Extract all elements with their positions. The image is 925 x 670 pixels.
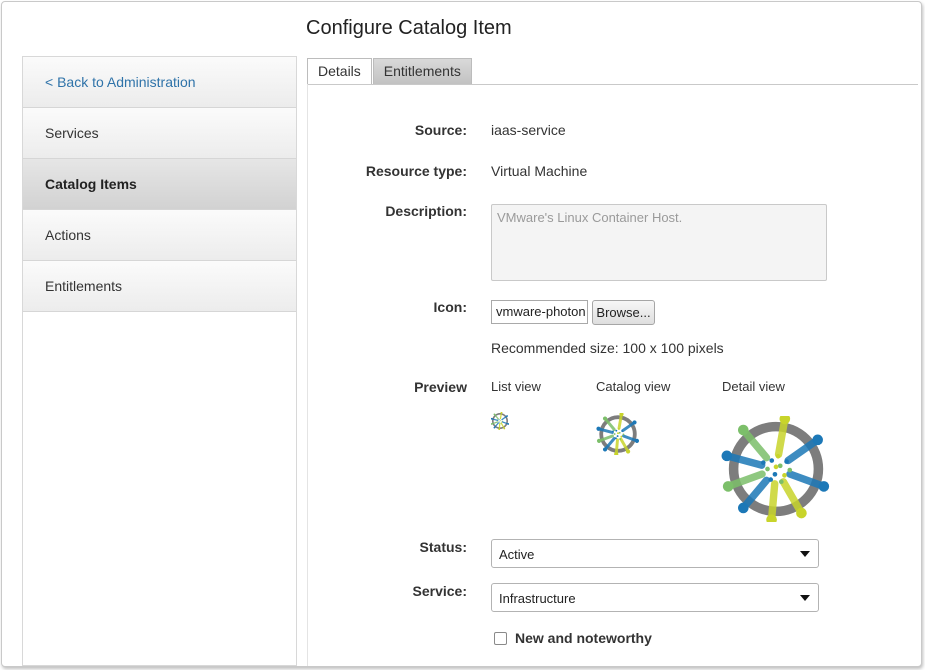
- logo-ray-tip: [602, 416, 608, 421]
- logo-ray-tip: [737, 424, 749, 436]
- logo-dot: [501, 420, 503, 422]
- logo-dot: [621, 430, 624, 432]
- tab-entitlements[interactable]: Entitlements: [372, 58, 472, 84]
- status-selected-value: Active: [499, 547, 535, 562]
- logo-dot: [499, 420, 501, 422]
- logo-dot: [768, 477, 774, 482]
- logo-dot: [499, 421, 501, 423]
- logo-dot: [613, 433, 616, 435]
- logo-dot: [501, 421, 502, 423]
- description-label: Description:: [385, 203, 467, 219]
- new-and-noteworthy-checkbox[interactable]: [494, 632, 507, 645]
- chevron-down-icon: [800, 595, 810, 601]
- new-and-noteworthy-label: New and noteworthy: [515, 630, 652, 646]
- catalog-view-label: Catalog view: [596, 379, 671, 394]
- logo-dot: [615, 429, 618, 432]
- detail-view-label: Detail view: [722, 379, 785, 394]
- logo-dot: [782, 473, 787, 478]
- source-label: Source:: [414, 122, 467, 138]
- logo-ray-tip: [634, 438, 640, 443]
- icon-size-hint: Recommended size: 100 x 100 pixels: [491, 340, 724, 356]
- logo-dot: [760, 460, 766, 465]
- list-view-label: List view: [491, 379, 541, 394]
- logo-dot: [612, 430, 614, 433]
- photon-logo-icon-medium: [596, 413, 640, 455]
- service-select[interactable]: Infrastructure: [491, 583, 819, 612]
- logo-ray-tip: [625, 449, 631, 454]
- logo-dot: [620, 435, 623, 438]
- logo-ray: [614, 438, 619, 455]
- sidebar-item-back-to-administration[interactable]: < Back to Administration: [23, 57, 296, 108]
- tab-details[interactable]: Details: [307, 58, 372, 85]
- logo-ray-tip: [493, 413, 496, 416]
- logo-ray-tip: [818, 481, 830, 492]
- status-label: Status:: [419, 539, 467, 555]
- logo-ray-tip: [491, 423, 493, 425]
- logo-dot: [775, 453, 781, 459]
- tab-bar: Details Entitlements: [307, 58, 473, 85]
- logo-dot: [617, 428, 620, 430]
- sidebar-item-entitlements[interactable]: Entitlements: [23, 261, 296, 312]
- logo-dot: [498, 419, 500, 420]
- logo-ray-tip: [493, 426, 496, 429]
- logo-dot: [765, 466, 770, 472]
- logo-dot: [769, 458, 775, 463]
- resource-type-value: Virtual Machine: [491, 163, 588, 179]
- logo-dot: [787, 467, 793, 473]
- logo-ray-tip: [737, 502, 749, 514]
- logo-ray: [767, 480, 779, 522]
- logo-dot: [619, 438, 622, 440]
- logo-dot: [778, 479, 784, 485]
- logo-dot: [784, 459, 789, 464]
- sidebar-item-actions[interactable]: Actions: [23, 210, 296, 261]
- chevron-down-icon: [800, 551, 810, 557]
- icon-file-input[interactable]: vmware-photon: [491, 300, 588, 324]
- logo-dot: [498, 422, 500, 424]
- logo-dot: [614, 437, 617, 440]
- source-value: iaas-service: [491, 122, 566, 138]
- logo-dot: [498, 420, 499, 422]
- logo-ray-tip: [812, 434, 823, 446]
- logo-dot: [497, 419, 499, 421]
- logo-dot: [501, 419, 503, 421]
- logo-ray-tip: [722, 481, 734, 492]
- logo-ray-tip: [721, 450, 733, 462]
- logo-ray: [498, 422, 501, 430]
- logo-dot: [777, 463, 783, 469]
- logo-ray-tip: [796, 507, 807, 519]
- logo-ray-tip: [507, 423, 509, 425]
- logo-ray-tip: [596, 426, 601, 431]
- logo-dot: [618, 431, 621, 434]
- sidebar-item-catalog-items[interactable]: Catalog Items: [23, 159, 296, 210]
- logo-dot: [617, 432, 619, 435]
- logo-dot: [773, 464, 779, 470]
- description-field[interactable]: VMware's Linux Container Host.: [491, 204, 827, 281]
- preview-label: Preview: [414, 379, 467, 395]
- browse-button[interactable]: Browse...: [592, 300, 655, 325]
- photon-logo-icon-large: [721, 416, 830, 522]
- logo-dot: [499, 418, 501, 420]
- logo-ray-tip: [506, 415, 508, 417]
- icon-label: Icon:: [433, 299, 467, 315]
- logo-ray-tip: [503, 427, 506, 430]
- logo-ray-tip: [632, 420, 637, 425]
- logo-ray-tip: [602, 447, 608, 452]
- sidebar-item-services[interactable]: Services: [23, 108, 296, 159]
- service-label: Service:: [412, 583, 467, 599]
- logo-ray-tip: [596, 438, 602, 443]
- sidebar: < Back to Administration Services Catalo…: [22, 56, 297, 666]
- logo-dot: [616, 435, 619, 438]
- logo-dot: [772, 471, 778, 477]
- logo-dot: [500, 422, 502, 424]
- photon-logo-icon-small: [491, 412, 509, 430]
- logo-dot: [500, 420, 502, 421]
- service-selected-value: Infrastructure: [499, 591, 576, 606]
- logo-dot: [622, 433, 625, 436]
- status-select[interactable]: Active: [491, 539, 819, 568]
- page-title: Configure Catalog Item: [306, 17, 512, 39]
- resource-type-label: Resource type:: [365, 163, 467, 179]
